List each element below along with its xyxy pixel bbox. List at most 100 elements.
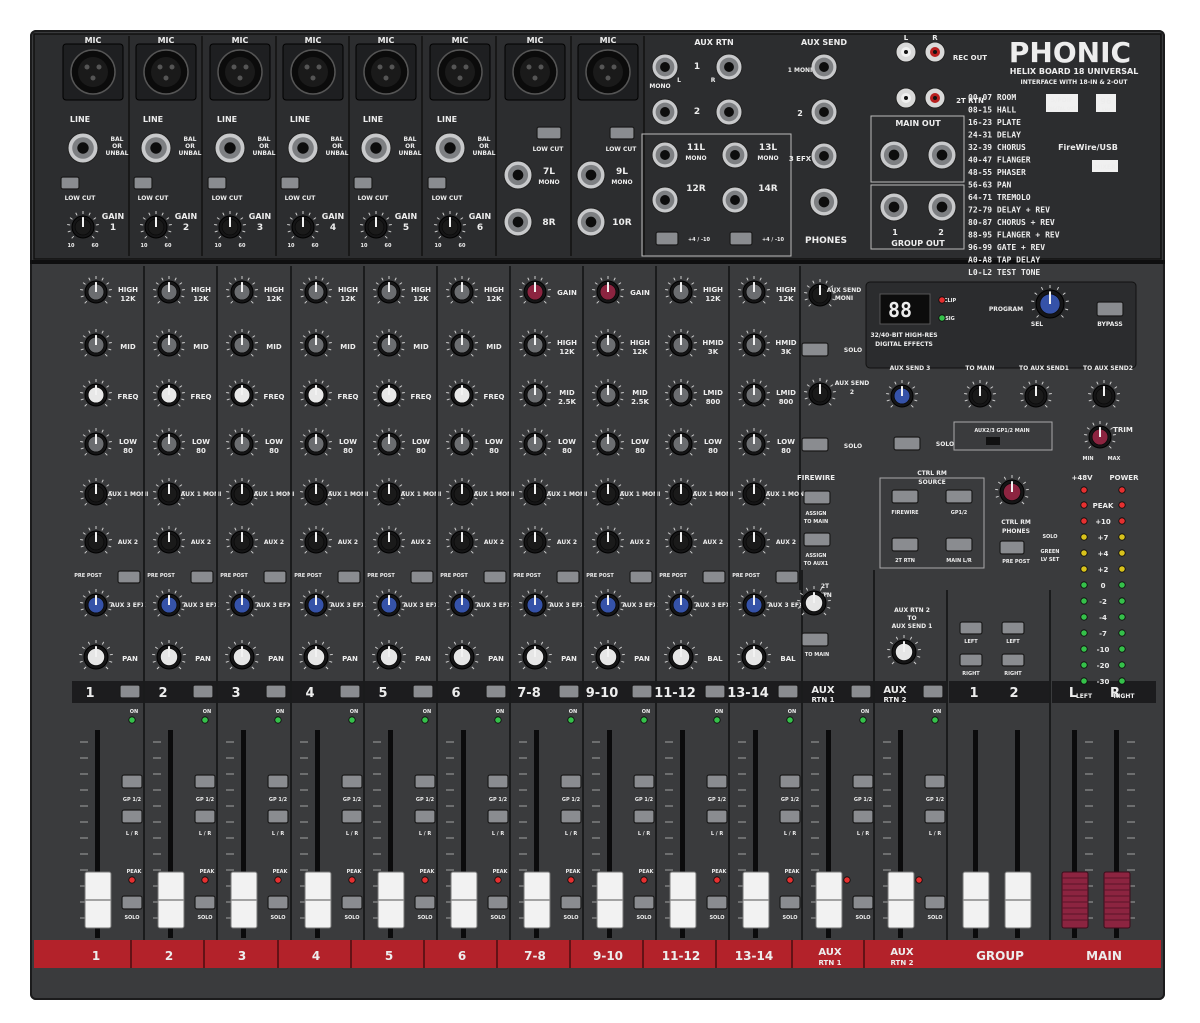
eq-knob-2-4[interactable] [300, 329, 332, 357]
gp12-button-5[interactable] [414, 774, 436, 789]
lr-button-6[interactable] [487, 809, 509, 824]
main-fader-cap-l[interactable] [1061, 871, 1089, 929]
low-eq-knob-4[interactable] [300, 428, 332, 456]
rca-jack[interactable] [924, 41, 946, 63]
low-eq-knob-6[interactable] [446, 428, 478, 456]
aux2-knob-3[interactable] [226, 526, 258, 554]
xlr-input-2[interactable] [135, 43, 197, 101]
pre-post-button-7-8[interactable] [556, 570, 580, 584]
gp12-button-4[interactable] [341, 774, 363, 789]
eq-knob-2-1[interactable] [80, 329, 112, 357]
lr-button-5[interactable] [414, 809, 436, 824]
fader-cap-4[interactable] [304, 871, 332, 929]
solo-button-13-14[interactable] [779, 895, 801, 910]
fader-cap-1[interactable] [84, 871, 112, 929]
pan-knob-1[interactable] [79, 640, 113, 670]
aux-send-1-solo-button[interactable] [801, 342, 829, 357]
line-input-jack-3[interactable] [214, 132, 246, 164]
aux-send-2-jack[interactable] [810, 98, 838, 126]
source-gp12-button[interactable] [945, 489, 973, 504]
lr-button-13-14[interactable] [779, 809, 801, 824]
gp12-button-6[interactable] [487, 774, 509, 789]
aux-return-1-l-jack[interactable] [651, 53, 679, 81]
stereo-jack-14r[interactable] [721, 186, 749, 214]
phones-pre-post-button[interactable] [999, 540, 1025, 555]
line-input-jack-6[interactable] [434, 132, 466, 164]
pre-post-button-6[interactable] [483, 570, 507, 584]
pre-post-button-2[interactable] [190, 570, 214, 584]
aux3-knob-2[interactable] [153, 589, 185, 617]
solo-button-6[interactable] [487, 895, 509, 910]
xlr-input-1[interactable] [62, 43, 124, 101]
gain-knob-7-8[interactable] [519, 276, 551, 304]
aux3-knob-1[interactable] [80, 589, 112, 617]
stereo-jack-8R[interactable] [503, 207, 533, 237]
eq-knob-3-6[interactable] [446, 379, 478, 407]
solo-button-5[interactable] [414, 895, 436, 910]
fader-cap-11-12[interactable] [669, 871, 697, 929]
phones-jack[interactable] [809, 187, 839, 217]
fx-to-main-knob[interactable] [964, 380, 996, 408]
solo-button-2[interactable] [194, 895, 216, 910]
eq-knob-3-3[interactable] [226, 379, 258, 407]
xlr-input-4[interactable] [282, 43, 344, 101]
fader-cap-aux-rtn-2[interactable] [887, 871, 915, 929]
aux3-knob-3[interactable] [226, 589, 258, 617]
level-switch-11-12[interactable] [655, 231, 679, 246]
eq-knob-3-11-12[interactable] [665, 379, 697, 407]
eq-knob-2-6[interactable] [446, 329, 478, 357]
low-eq-knob-1[interactable] [80, 428, 112, 456]
solo-button-aux-rtn-2[interactable] [924, 895, 946, 910]
pan-knob-7-8[interactable] [518, 640, 552, 670]
gp12-button-2[interactable] [194, 774, 216, 789]
tape-to-main-button[interactable] [801, 632, 829, 647]
fx-solo-button[interactable] [893, 436, 921, 451]
aux-return-2-l-jack[interactable] [651, 98, 679, 126]
mute-button-1[interactable] [119, 684, 141, 699]
rca-jack[interactable] [895, 41, 917, 63]
assign-to-main-button[interactable] [803, 490, 831, 505]
eq-knob-2-2[interactable] [153, 329, 185, 357]
level-switch-13-14[interactable] [729, 231, 753, 246]
mute-button-2[interactable] [192, 684, 214, 699]
low-cut-button-6[interactable] [427, 176, 447, 190]
aux-send-3-jack[interactable] [810, 142, 838, 170]
aux-rtn-2-to-aux1-knob[interactable] [887, 635, 921, 665]
gp12-button-1[interactable] [121, 774, 143, 789]
fx-aux-send-3-knob[interactable] [886, 380, 918, 408]
pre-post-button-11-12[interactable] [702, 570, 726, 584]
ctrl-rm-phones-knob[interactable] [995, 475, 1029, 505]
rca-jack[interactable] [895, 87, 917, 109]
low-eq-knob-13-14[interactable] [738, 428, 770, 456]
xlr-input-5[interactable] [355, 43, 417, 101]
pan-knob-11-12[interactable] [664, 640, 698, 670]
gp12-button-9-10[interactable] [633, 774, 655, 789]
fx-routing-switch[interactable] [986, 437, 1000, 445]
low-cut-button-5[interactable] [353, 176, 373, 190]
aux3-knob-6[interactable] [446, 589, 478, 617]
pan-knob-3[interactable] [225, 640, 259, 670]
gp12-button-13-14[interactable] [779, 774, 801, 789]
xlr-input-3[interactable] [209, 43, 271, 101]
low-cut-button-st-2[interactable] [609, 126, 635, 140]
eq-knob-3-2[interactable] [153, 379, 185, 407]
group-1-left-button[interactable] [959, 621, 983, 635]
fader-cap-2[interactable] [157, 871, 185, 929]
aux3-knob-13-14[interactable] [738, 589, 770, 617]
high-eq-knob-4[interactable] [300, 276, 332, 304]
aux2-knob-7-8[interactable] [519, 526, 551, 554]
fader-cap-6[interactable] [450, 871, 478, 929]
fx-to-aux2-knob[interactable] [1088, 380, 1120, 408]
eq-knob-3-7-8[interactable] [519, 379, 551, 407]
aux2-knob-5[interactable] [373, 526, 405, 554]
low-cut-button-3[interactable] [207, 176, 227, 190]
source-2t-rtn-button[interactable] [891, 537, 919, 552]
pan-knob-6[interactable] [445, 640, 479, 670]
fader-cap-3[interactable] [230, 871, 258, 929]
fx-to-aux1-knob[interactable] [1020, 380, 1052, 408]
low-eq-knob-3[interactable] [226, 428, 258, 456]
lr-button-1[interactable] [121, 809, 143, 824]
lr-button-2[interactable] [194, 809, 216, 824]
aux3-knob-11-12[interactable] [665, 589, 697, 617]
high-eq-knob-5[interactable] [373, 276, 405, 304]
